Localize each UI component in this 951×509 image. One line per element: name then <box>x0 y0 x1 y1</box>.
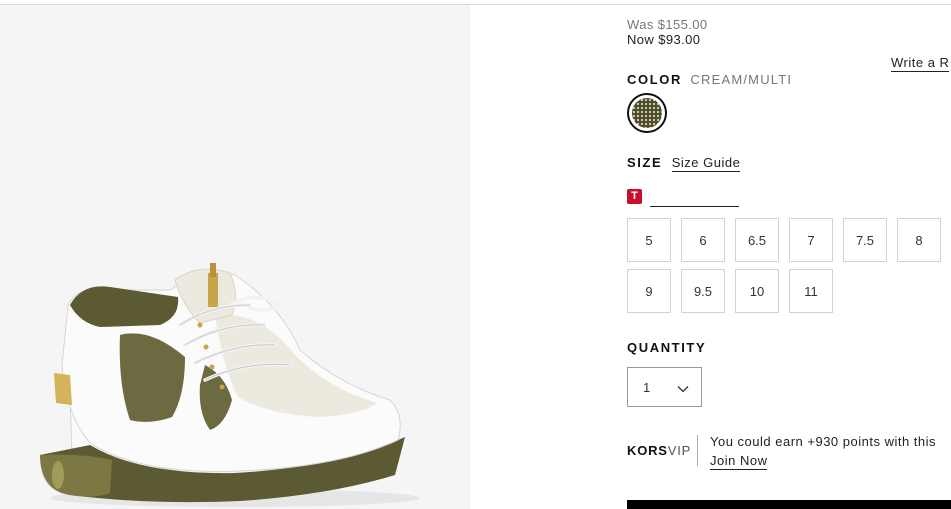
color-swatch[interactable] <box>627 93 667 133</box>
size-option[interactable]: 6.5 <box>735 218 779 262</box>
price-now: Now $93.00 <box>627 32 701 47</box>
quantity-label: QUANTITY <box>627 340 707 355</box>
vip-points-message: You could earn +930 points with this <box>710 434 937 449</box>
size-row: SIZE Size Guide <box>627 154 741 172</box>
vip-divider <box>697 435 698 466</box>
size-option[interactable]: 7.5 <box>843 218 887 262</box>
write-review-link[interactable]: Write a R <box>891 55 950 72</box>
quantity-select[interactable]: 1 <box>627 367 702 407</box>
color-value: CREAM/MULTI <box>690 72 793 87</box>
size-option[interactable]: 9.5 <box>681 269 725 313</box>
add-to-bag-button[interactable] <box>627 500 951 509</box>
size-option[interactable]: 6 <box>681 218 725 262</box>
fit-predictor-link[interactable] <box>650 206 739 207</box>
size-option[interactable]: 5 <box>627 218 671 262</box>
size-option[interactable]: 7 <box>789 218 833 262</box>
mesh-swatch-icon <box>632 98 662 128</box>
size-guide-link[interactable]: Size Guide <box>671 155 741 172</box>
korsvip-logo: KORSVIP <box>627 443 691 458</box>
korsvip-tier: VIP <box>667 443 692 458</box>
product-details: Was $155.00 Now $93.00 Write a R COLOR C… <box>627 0 951 509</box>
product-image[interactable] <box>0 5 470 509</box>
chevron-down-icon <box>677 382 689 400</box>
size-label: SIZE <box>627 155 663 170</box>
fit-badge-icon: T <box>627 189 642 204</box>
size-option[interactable]: 9 <box>627 269 671 313</box>
color-row: COLOR CREAM/MULTI <box>627 71 792 89</box>
size-option[interactable]: 10 <box>735 269 779 313</box>
korsvip-brand: KORS <box>627 443 668 458</box>
quantity-value: 1 <box>643 380 651 395</box>
join-now-link[interactable]: Join Now <box>710 453 768 470</box>
sneaker-image <box>40 263 420 507</box>
size-option[interactable]: 11 <box>789 269 833 313</box>
price-was: Was $155.00 <box>627 17 708 32</box>
size-option[interactable]: 8 <box>897 218 941 262</box>
color-label: COLOR <box>627 72 682 87</box>
